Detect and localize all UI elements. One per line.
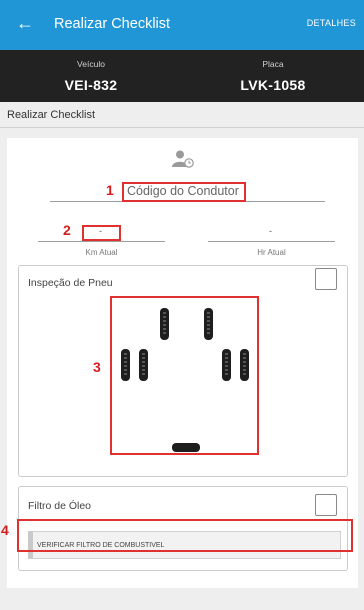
highlight-box-2 bbox=[82, 225, 121, 241]
oil-filter-checkbox[interactable] bbox=[315, 494, 337, 516]
tire-inspection-checkbox[interactable] bbox=[315, 268, 337, 290]
km-label: Km Atual bbox=[85, 248, 118, 257]
plate-value: LVK-1058 bbox=[240, 77, 306, 93]
checklist-card: 1 2 - Km Atual - Hr Atual Inspeção de Pn… bbox=[7, 138, 358, 588]
app-bar: ← Realizar Checklist DETALHES bbox=[0, 0, 364, 50]
content-area: 1 2 - Km Atual - Hr Atual Inspeção de Pn… bbox=[0, 129, 364, 610]
user-clock-icon bbox=[172, 150, 194, 168]
plate-label: Placa bbox=[262, 59, 284, 69]
oil-filter-title: Filtro de Óleo bbox=[28, 500, 92, 512]
vehicle-label: Veículo bbox=[77, 59, 105, 69]
annotation-number-3: 3 bbox=[93, 359, 101, 375]
vehicle-value: VEI-832 bbox=[64, 77, 118, 93]
highlight-box-4 bbox=[17, 519, 353, 552]
arrow-left-icon[interactable]: ← bbox=[16, 12, 34, 34]
hr-field[interactable]: - bbox=[208, 225, 335, 242]
details-button[interactable]: DETALHES bbox=[307, 18, 356, 28]
hr-value: - bbox=[269, 226, 272, 236]
highlight-box-3 bbox=[110, 296, 259, 455]
hr-label: Hr Atual bbox=[257, 248, 286, 257]
highlight-box-1 bbox=[122, 182, 246, 202]
section-title: Realizar Checklist bbox=[7, 109, 96, 121]
vehicle-column: Veículo VEI-832 bbox=[0, 50, 182, 93]
app-title: Realizar Checklist bbox=[54, 16, 171, 32]
section-header: Realizar Checklist bbox=[0, 104, 364, 128]
tire-inspection-title: Inspeção de Pneu bbox=[28, 277, 113, 289]
plate-column: Placa LVK-1058 bbox=[182, 50, 364, 93]
vehicle-info-bar: Veículo VEI-832 Placa LVK-1058 bbox=[0, 50, 364, 102]
annotation-number-4: 4 bbox=[1, 522, 9, 538]
